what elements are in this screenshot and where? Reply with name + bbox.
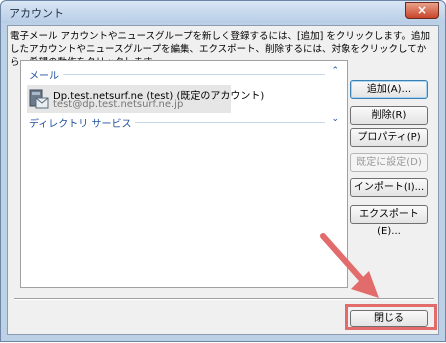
group-header-directory[interactable]: ディレクトリ サービス ⌄ (29, 114, 341, 130)
chevron-down-icon[interactable]: ⌄ (331, 114, 339, 124)
highlight-box (345, 304, 437, 330)
window-title: アカウント (9, 7, 64, 20)
window-close-button[interactable]: × (405, 2, 439, 19)
delete-button[interactable]: 削除(R) (350, 106, 428, 125)
close-icon: × (416, 3, 428, 17)
group-label-mail: メール (29, 67, 63, 82)
account-email: test@dp.test.netsurf.ne.jp (53, 99, 184, 110)
chevron-up-icon[interactable]: ⌃ (331, 66, 339, 76)
group-label-directory: ディレクトリ サービス (29, 115, 136, 130)
properties-button[interactable]: プロパティ(P) (350, 128, 428, 147)
account-item[interactable]: Dp.test.netsurf.ne (test) (既定のアカウント) tes… (27, 85, 264, 113)
add-button[interactable]: 追加(A)... (350, 80, 428, 99)
footer-divider (14, 298, 434, 300)
import-button[interactable]: インポート(I)... (350, 178, 428, 197)
accounts-dialog: アカウント × 電子メール アカウントやニュースグループを新しく登録するには、[… (0, 0, 446, 342)
dialog-body: 電子メール アカウントやニュースグループを新しく登録するには、[追加] をクリッ… (7, 25, 439, 335)
title-bar[interactable]: アカウント × (1, 1, 445, 23)
export-button[interactable]: エクスポート(E)... (350, 205, 428, 237)
group-header-mail[interactable]: メール ⌃ (29, 66, 341, 82)
group-divider (29, 74, 325, 75)
mail-account-icon (29, 89, 49, 109)
account-list[interactable]: メール ⌃ Dp.test.netsurf.ne (test) (既定のアカウン… (20, 60, 348, 288)
set-default-button[interactable]: 既定に設定(D) (350, 153, 428, 172)
